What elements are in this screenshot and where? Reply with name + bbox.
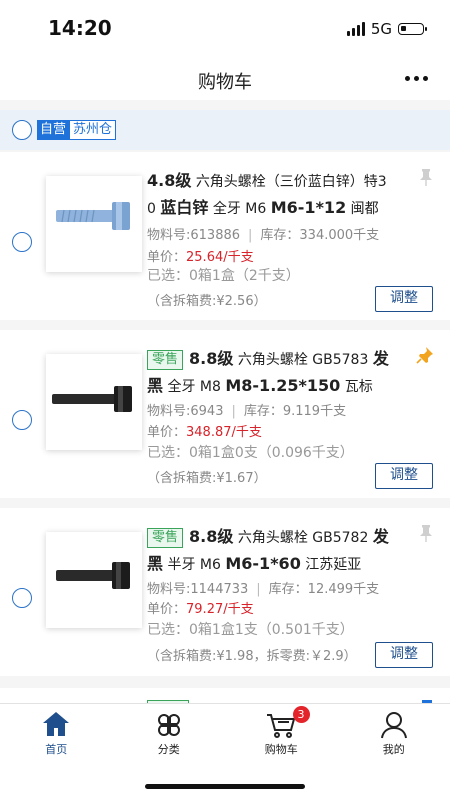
product-image[interactable] [46, 176, 142, 272]
home-icon [41, 710, 71, 742]
product-brand: 瓦标 [344, 379, 373, 395]
more-icon[interactable] [405, 76, 428, 81]
warehouse-tag: 苏州仓 [69, 120, 117, 140]
material-number: 物料号:613886 [147, 228, 241, 243]
product-finish-cont: 黑 [147, 376, 164, 395]
stock-quantity: 库存：12.499千支 [268, 582, 380, 597]
status-icons: 5G [346, 20, 427, 38]
product-name: 六角头螺栓 GB5782 [237, 530, 369, 546]
bottom-safe-area [0, 763, 450, 800]
unit-price-label: 单价： [147, 425, 187, 440]
item-select-checkbox[interactable] [12, 588, 32, 608]
material-stock-row: 物料号:613886 | 库存：334.000千支 [147, 228, 380, 243]
selected-quantity: 已选：0箱1盒1支（0.501千支） [147, 622, 354, 638]
tab-cart-label: 购物车 [264, 743, 298, 756]
product-brand: 江苏延亚 [305, 557, 362, 573]
stock-quantity: 库存：334.000千支 [260, 228, 380, 243]
item-select-checkbox[interactable] [12, 410, 32, 430]
material-stock-row: 物料号:1144733 | 库存：12.499千支 [147, 582, 380, 597]
signal-icon [346, 22, 365, 36]
product-title[interactable]: 4.8级 六角头螺栓（三价蓝白锌）特3 0 蓝白锌 全牙 M6 M6-1*12 … [147, 168, 413, 222]
unpacking-fee: （含拆箱费:¥1.98，拆零费:￥2.9） [147, 649, 357, 664]
status-bar: 14:20 5G [0, 0, 450, 58]
selected-quantity: 已选：0箱1盒（2千支） [147, 268, 300, 284]
unpacking-fee: （含拆箱费:¥2.56） [147, 294, 267, 309]
unit-price-label: 单价： [147, 602, 187, 617]
pin-icon[interactable] [416, 346, 434, 368]
tab-cart[interactable]: 3 购物车 [225, 704, 338, 764]
unit-price-row: 单价：79.27/千支 [147, 598, 254, 617]
material-stock-row: 物料号:6943 | 库存：9.119千支 [147, 404, 347, 419]
product-thread: 半牙 M6 [167, 557, 221, 573]
store-select-checkbox[interactable] [12, 120, 32, 140]
material-number: 物料号:1144733 [147, 582, 249, 597]
tab-home-label: 首页 [45, 743, 68, 756]
page-title: 购物车 [198, 72, 252, 93]
cart-badge: 3 [292, 706, 310, 723]
product-name-cont: 0 [147, 201, 156, 217]
unpacking-fee: （含拆箱费:¥1.67） [147, 471, 267, 486]
tab-mine-label: 我的 [382, 743, 405, 756]
unit-price: 348.87/千支 [186, 425, 262, 440]
product-thread: 全牙 M6 [212, 201, 267, 217]
product-image[interactable] [46, 354, 142, 450]
tab-bar: 首页 分类 3 购物车 我的 [0, 703, 450, 764]
cart-item: 4.8级 六角头螺栓（三价蓝白锌）特3 0 蓝白锌 全牙 M6 M6-1*12 … [0, 152, 450, 320]
product-spec: M6-1*12 [270, 198, 347, 217]
product-grade: 8.8级 [189, 527, 234, 546]
unit-price: 79.27/千支 [186, 602, 254, 617]
tab-mine[interactable]: 我的 [338, 704, 450, 764]
retail-tag: 零售 [147, 528, 184, 548]
product-spec: M6-1*60 [225, 554, 301, 573]
product-finish-cont: 黑 [147, 554, 164, 573]
adjust-button[interactable]: 调整 [375, 642, 433, 668]
tab-category[interactable]: 分类 [113, 704, 226, 764]
item-select-checkbox[interactable] [12, 232, 32, 252]
unit-price-label: 单价： [147, 250, 187, 265]
product-spec: M8-1.25*150 [225, 376, 341, 395]
product-title[interactable]: 零售 8.8级 六角头螺栓 GB5783 发 黑 全牙 M8 M8-1.25*15… [147, 346, 413, 400]
user-icon [379, 710, 409, 744]
cart-item: 零售 8.8级 六角头螺栓 GB5783 发 黑 全牙 M8 M8-1.25*15… [0, 330, 450, 498]
tab-category-label: 分类 [157, 743, 180, 756]
pin-icon[interactable] [418, 524, 434, 546]
unit-price: 25.64/千支 [186, 250, 254, 265]
product-title[interactable]: 零售 8.8级 六角头螺栓 GB5782 发 黑 半牙 M6 M6-1*60 江苏… [147, 524, 413, 578]
stock-quantity: 库存：9.119千支 [243, 404, 347, 419]
product-brand: 闽都 [350, 201, 379, 217]
status-time: 14:20 [48, 16, 112, 40]
adjust-button[interactable]: 调整 [375, 286, 433, 312]
product-finish: 发 [372, 349, 389, 368]
adjust-button[interactable]: 调整 [375, 463, 433, 489]
product-finish: 蓝白锌 [160, 198, 209, 217]
pin-icon[interactable] [418, 168, 434, 190]
battery-icon [398, 23, 427, 35]
product-finish: 发 [372, 527, 389, 546]
retail-tag: 零售 [147, 350, 184, 370]
product-thread: 全牙 M8 [167, 379, 221, 395]
cart-item: 零售 8.8级 六角头螺栓 GB5782 发 黑 半牙 M6 M6-1*60 江苏… [0, 508, 450, 676]
product-name: 六角头螺栓 GB5783 [237, 352, 369, 368]
store-header: 自营 苏州仓 [0, 110, 450, 150]
product-name: 六角头螺栓（三价蓝白锌）特3 [195, 174, 387, 190]
unit-price-row: 单价：348.87/千支 [147, 421, 262, 440]
unit-price-row: 单价：25.64/千支 [147, 246, 254, 265]
self-operated-tag: 自营 [37, 120, 70, 140]
home-indicator [145, 784, 305, 789]
category-icon [154, 710, 184, 744]
tab-home[interactable]: 首页 [0, 704, 113, 764]
product-grade: 8.8级 [189, 349, 234, 368]
network-label: 5G [370, 20, 392, 38]
selected-quantity: 已选：0箱1盒0支（0.096千支） [147, 445, 354, 461]
material-number: 物料号:6943 [147, 404, 224, 419]
nav-bar: 购物车 [0, 58, 450, 100]
product-grade: 4.8级 [147, 171, 192, 190]
product-image[interactable] [46, 532, 142, 628]
